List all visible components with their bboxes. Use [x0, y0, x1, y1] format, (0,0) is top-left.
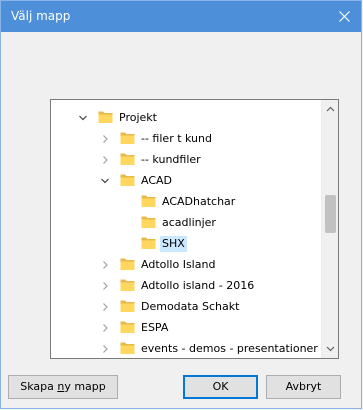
chevron-right-icon[interactable] — [100, 302, 110, 312]
tree-item-label: ACAD — [141, 174, 173, 187]
tree-item[interactable]: Demodata Schakt — [51, 296, 322, 317]
folder-icon — [120, 258, 135, 270]
folder-icon — [98, 111, 113, 123]
tree-item-label: acadlinjer — [162, 216, 216, 229]
folder-icon — [141, 216, 156, 228]
close-icon — [338, 11, 350, 22]
scroll-up-icon[interactable] — [326, 105, 335, 114]
tree-item[interactable]: SHX — [51, 233, 322, 254]
folder-picker-dialog: Välj mapp Projekt -- filer t kund -- kundf… — [0, 0, 362, 409]
folder-icon — [120, 279, 135, 291]
folder-icon — [141, 237, 156, 249]
cancel-button-label: Avbryt — [285, 380, 322, 393]
folder-icon — [141, 195, 156, 207]
folder-tree-list: Projekt -- filer t kund -- kundfiler ACAD AC… — [51, 100, 322, 358]
chevron-right-icon[interactable] — [100, 323, 110, 333]
folder-icon — [120, 153, 135, 165]
tree-item-label: -- kundfiler — [141, 153, 201, 166]
tree-item[interactable]: ESPA — [51, 317, 322, 338]
chevron-right-icon[interactable] — [100, 344, 110, 354]
title-bar[interactable]: Välj mapp — [1, 1, 361, 32]
tree-item[interactable]: -- filer t kund — [51, 128, 322, 149]
tree-item-label: ESPA — [141, 321, 169, 334]
scrollbar-thumb[interactable] — [325, 195, 336, 233]
tree-item-label: -- filer t kund — [141, 132, 212, 145]
folder-icon — [120, 342, 135, 354]
tree-item-label: Demodata Schakt — [141, 300, 240, 313]
chevron-right-icon[interactable] — [100, 260, 110, 270]
tree-item-label: ACADhatchar — [162, 195, 236, 208]
new-folder-label-suffix: y mapp — [64, 380, 106, 393]
folder-icon — [120, 174, 135, 186]
tree-item[interactable]: ACAD — [51, 170, 322, 191]
cancel-button[interactable]: Avbryt — [266, 375, 341, 399]
chevron-right-icon[interactable] — [100, 155, 110, 165]
chevron-right-icon[interactable] — [100, 134, 110, 144]
folder-tree[interactable]: Projekt -- filer t kund -- kundfiler ACAD AC… — [50, 99, 339, 359]
chevron-right-icon[interactable] — [100, 281, 110, 291]
tree-item[interactable]: events - demos - presentationer — [51, 338, 322, 358]
folder-icon — [120, 321, 135, 333]
tree-item[interactable]: Adtollo island - 2016 — [51, 275, 322, 296]
folder-icon — [120, 132, 135, 144]
new-folder-button[interactable]: Skapa ny mapp — [8, 375, 118, 399]
folder-icon — [120, 300, 135, 312]
vertical-scrollbar[interactable] — [321, 100, 338, 358]
tree-item[interactable]: Projekt — [51, 107, 322, 128]
tree-item[interactable]: acadlinjer — [51, 212, 322, 233]
tree-item[interactable]: ACADhatchar — [51, 191, 322, 212]
tree-item-label: Adtollo Island — [141, 258, 216, 271]
tree-item-label: Adtollo island - 2016 — [141, 279, 255, 292]
new-folder-label-prefix: Skapa — [20, 380, 58, 393]
tree-item[interactable]: -- kundfiler — [51, 149, 322, 170]
close-button[interactable] — [327, 1, 361, 32]
tree-item-label: events - demos - presentationer — [141, 342, 318, 355]
ok-button-label: OK — [212, 380, 229, 393]
tree-item-label: SHX — [160, 236, 187, 252]
chevron-down-icon[interactable] — [78, 113, 88, 123]
tree-item-label: Projekt — [119, 111, 157, 124]
tree-item[interactable]: Adtollo Island — [51, 254, 322, 275]
scroll-down-icon[interactable] — [326, 344, 335, 353]
window-title: Välj mapp — [11, 9, 71, 23]
chevron-down-icon[interactable] — [100, 176, 110, 186]
ok-button[interactable]: OK — [183, 375, 258, 399]
